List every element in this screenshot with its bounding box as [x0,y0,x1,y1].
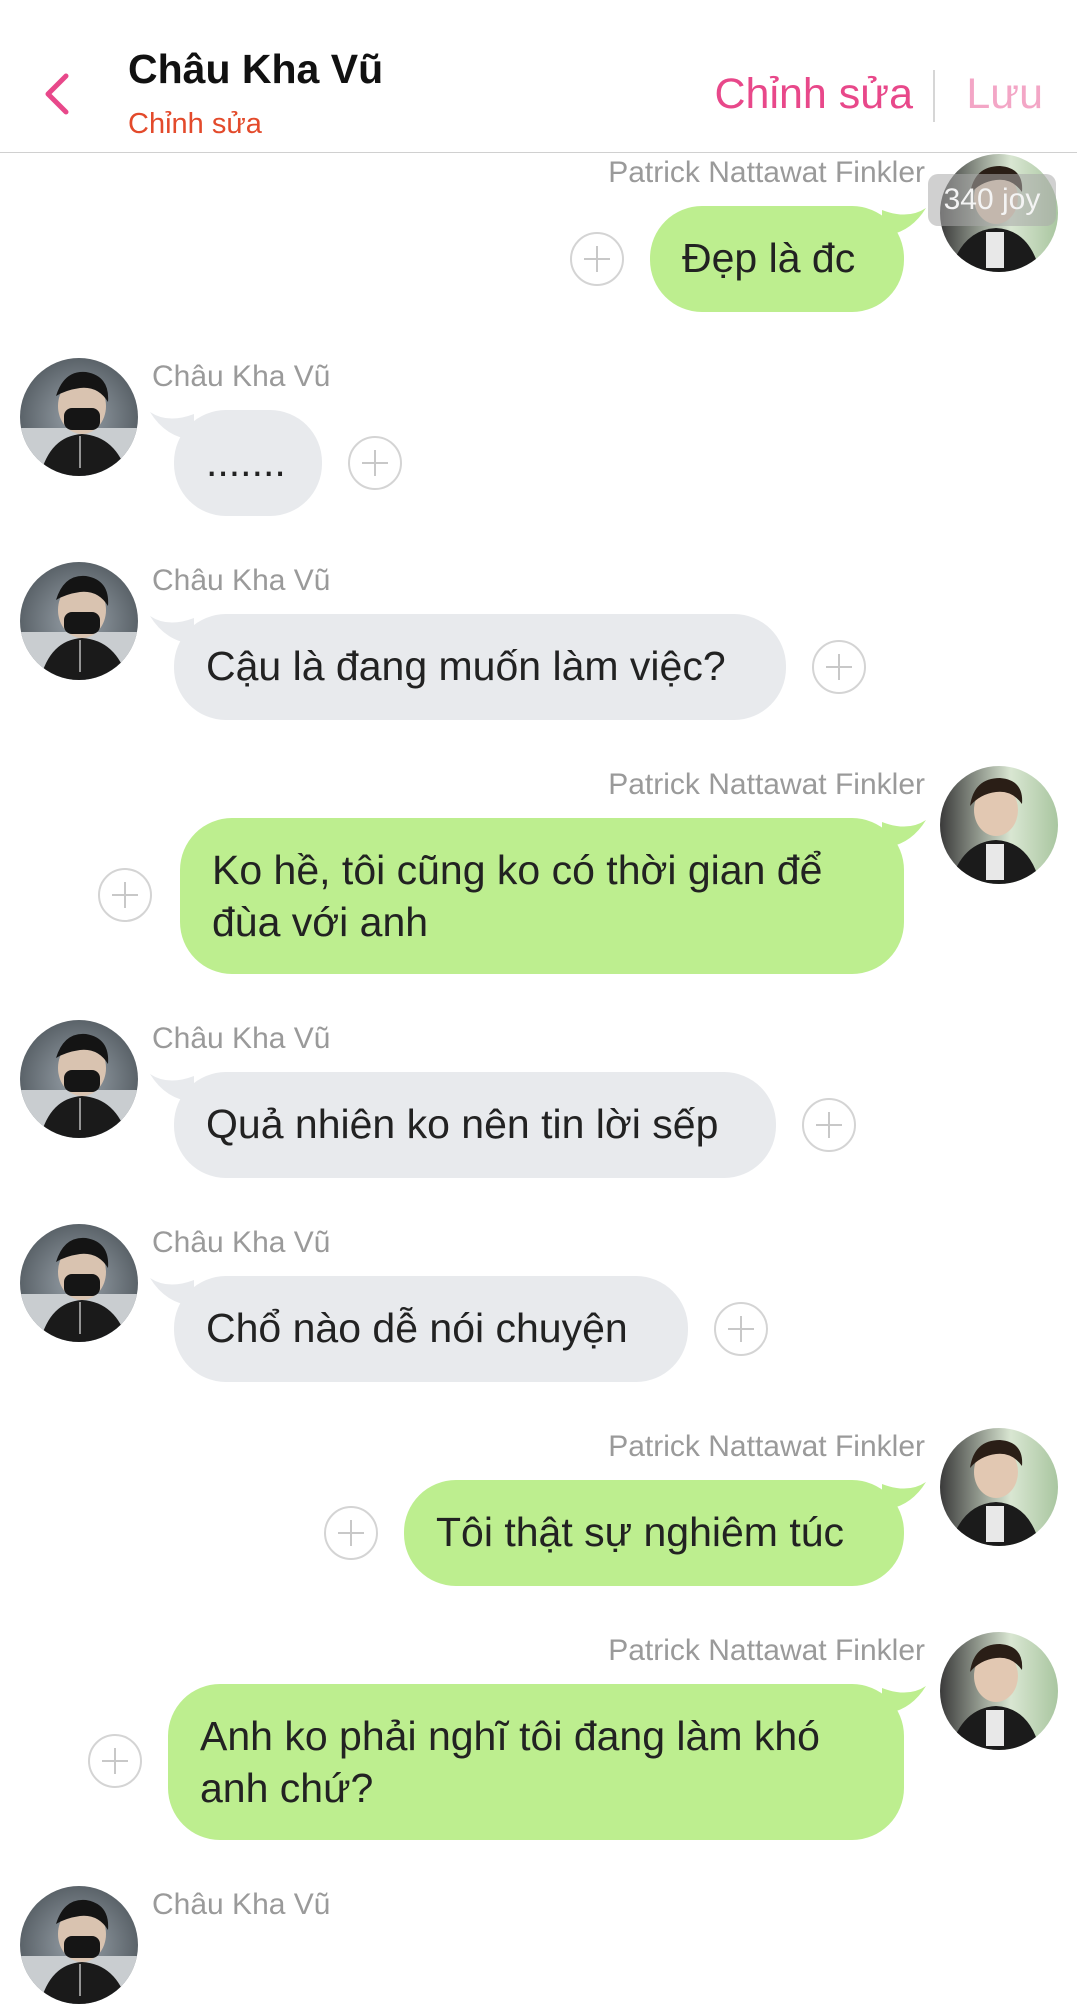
chat-title: Châu Kha Vũ [128,46,384,92]
add-reaction-icon[interactable] [812,640,866,694]
sender-name: Châu Kha Vũ [152,1226,331,1259]
avatar[interactable] [20,358,138,476]
add-reaction-icon[interactable] [802,1098,856,1152]
sender-name: Châu Kha Vũ [152,1888,331,1921]
sender-name: Patrick Nattawat Finkler [608,156,925,189]
save-button[interactable]: Lưu [966,70,1043,119]
message-bubble[interactable]: Quả nhiên ko nên tin lời sếp [174,1072,776,1178]
message-bubble[interactable]: Ko hề, tôi cũng ko có thời gian để đùa v… [180,818,904,974]
sender-name: Châu Kha Vũ [152,360,331,393]
message-bubble[interactable]: Chổ nào dễ nói chuyện [174,1276,688,1382]
header-divider [933,70,935,122]
add-reaction-icon[interactable] [714,1302,768,1356]
avatar[interactable] [20,1886,138,2004]
chat-header: Châu Kha Vũ Chỉnh sửa Chỉnh sửa Lưu [0,0,1077,153]
sender-name: Patrick Nattawat Finkler [608,1634,925,1667]
message-bubble[interactable]: Tôi thật sự nghiêm túc [404,1480,904,1586]
avatar[interactable] [20,1020,138,1138]
message-bubble[interactable]: Đẹp là đc [650,206,904,312]
back-chevron-icon[interactable] [38,70,78,118]
message-bubble[interactable]: Anh ko phải nghĩ tôi đang làm khó anh ch… [168,1684,904,1840]
message-bubble[interactable]: Cậu là đang muốn làm việc? [174,614,786,720]
add-reaction-icon[interactable] [98,868,152,922]
joy-badge: 340 joy [928,174,1056,226]
sender-name: Patrick Nattawat Finkler [608,768,925,801]
edit-button[interactable]: Chỉnh sửa [715,70,914,119]
add-reaction-icon[interactable] [88,1734,142,1788]
add-reaction-icon[interactable] [570,232,624,286]
sender-name: Patrick Nattawat Finkler [608,1430,925,1463]
add-reaction-icon[interactable] [348,436,402,490]
add-reaction-icon[interactable] [324,1506,378,1560]
message-bubble[interactable]: ....... [174,410,322,516]
sender-name: Châu Kha Vũ [152,1022,331,1055]
chat-subtitle-edit[interactable]: Chỉnh sửa [128,108,262,141]
avatar[interactable] [940,1428,1058,1546]
sender-name: Châu Kha Vũ [152,564,331,597]
avatar[interactable] [940,766,1058,884]
avatar[interactable] [20,1224,138,1342]
avatar[interactable] [20,562,138,680]
avatar[interactable] [940,1632,1058,1750]
